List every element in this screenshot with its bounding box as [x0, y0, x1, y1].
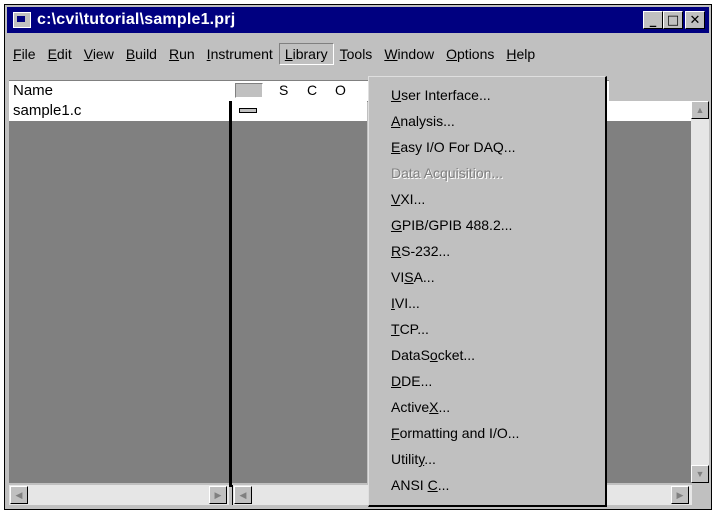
menu-item-visa[interactable]: VISA... — [391, 269, 435, 285]
menu-bar: File Edit View Build Run Instrument Libr… — [7, 41, 709, 67]
menu-file[interactable]: File — [7, 43, 42, 65]
menu-edit[interactable]: Edit — [42, 43, 78, 65]
menu-tools[interactable]: Tools — [334, 43, 379, 65]
menu-view[interactable]: View — [78, 43, 120, 65]
column-o[interactable]: O — [335, 82, 346, 98]
menu-item-ivi[interactable]: IVI... — [391, 295, 420, 311]
right-pane-row — [605, 101, 691, 121]
menu-item-user-interface[interactable]: User Interface... — [391, 87, 491, 103]
file-name: sample1.c — [13, 102, 82, 119]
arrow-right-icon[interactable]: ▶ — [209, 486, 227, 504]
close-button[interactable]: ✕ — [685, 11, 705, 29]
maximize-button[interactable]: □ — [663, 11, 683, 29]
column-c[interactable]: C — [307, 82, 317, 98]
file-row[interactable]: sample1.c — [9, 101, 229, 121]
menu-item-analysis[interactable]: Analysis... — [391, 113, 455, 129]
arrow-down-icon[interactable]: ▼ — [691, 465, 709, 483]
minimize-button[interactable]: _ — [643, 11, 663, 29]
column-s[interactable]: S — [279, 82, 288, 98]
status-pane — [232, 101, 367, 483]
menu-instrument[interactable]: Instrument — [201, 43, 279, 65]
arrow-right-icon[interactable]: ▶ — [671, 486, 689, 504]
menu-item-formatting-io[interactable]: Formatting and I/O... — [391, 425, 519, 441]
status-column-swatch[interactable] — [235, 83, 263, 98]
menu-window[interactable]: Window — [378, 43, 440, 65]
menu-item-tcp[interactable]: TCP... — [391, 321, 429, 337]
file-status-indicator — [239, 108, 257, 113]
menu-item-dde[interactable]: DDE... — [391, 373, 432, 389]
arrow-left-icon[interactable]: ◀ — [234, 486, 252, 504]
file-status-row[interactable] — [232, 101, 367, 121]
right-pane — [605, 101, 691, 483]
menu-help[interactable]: Help — [500, 43, 541, 65]
resize-grip-icon[interactable] — [693, 487, 709, 505]
arrow-left-icon[interactable]: ◀ — [10, 486, 28, 504]
horizontal-scrollbar-left[interactable]: ◀ ▶ — [9, 485, 229, 505]
project-icon[interactable] — [13, 12, 31, 28]
menu-item-utility[interactable]: Utility... — [391, 451, 436, 467]
menu-library[interactable]: Library — [278, 43, 334, 65]
window-title: c:\cvi\tutorial\sample1.prj — [37, 11, 236, 28]
arrow-up-icon[interactable]: ▲ — [691, 101, 709, 119]
library-menu: User Interface... Analysis... Easy I/O F… — [368, 76, 607, 507]
menu-item-activex[interactable]: ActiveX... — [391, 399, 450, 415]
menu-item-easy-io-daq[interactable]: Easy I/O For DAQ... — [391, 139, 515, 155]
menu-item-vxi[interactable]: VXI... — [391, 191, 425, 207]
project-window: c:\cvi\tutorial\sample1.prj _ □ ✕ File E… — [4, 4, 712, 510]
column-name[interactable]: Name — [13, 82, 53, 99]
menu-run[interactable]: Run — [163, 43, 201, 65]
menu-item-rs232[interactable]: RS-232... — [391, 243, 450, 259]
menu-options[interactable]: Options — [440, 43, 500, 65]
vertical-scrollbar[interactable]: ▲ ▼ — [691, 101, 709, 483]
file-list: sample1.c — [9, 101, 233, 483]
menu-build[interactable]: Build — [120, 43, 163, 65]
menu-item-ansi-c[interactable]: ANSI C... — [391, 477, 449, 493]
title-bar[interactable]: c:\cvi\tutorial\sample1.prj _ □ ✕ — [7, 7, 709, 33]
menu-item-data-acquisition: Data Acquisition... — [391, 165, 504, 181]
menu-item-datasocket[interactable]: DataSocket... — [391, 347, 475, 363]
menu-item-gpib[interactable]: GPIB/GPIB 488.2... — [391, 217, 512, 233]
